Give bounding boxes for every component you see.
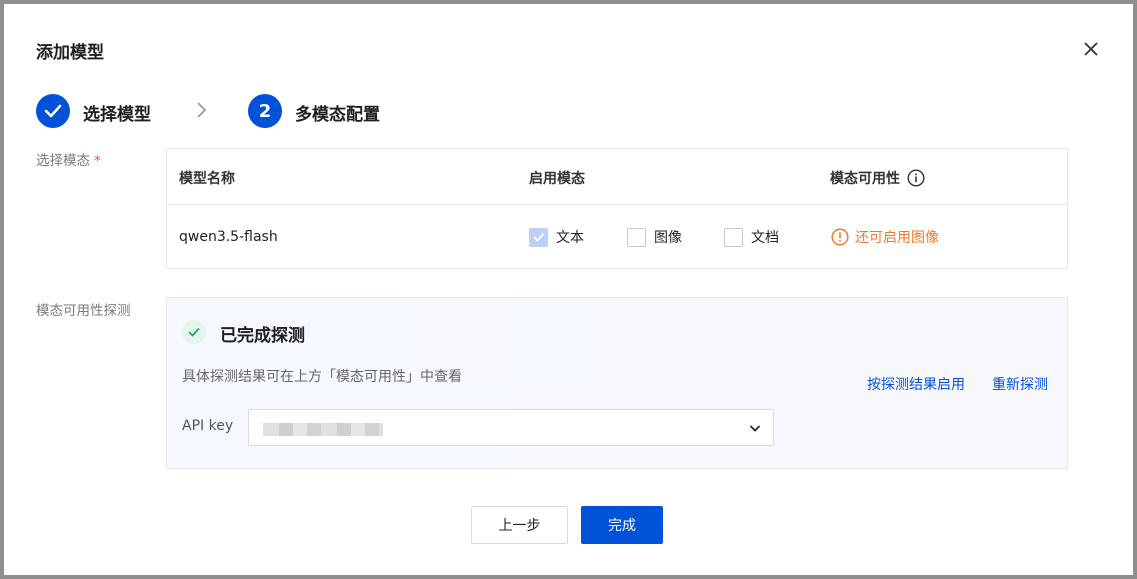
- checkbox[interactable]: [627, 227, 646, 247]
- modality-checkbox-image[interactable]: 图像: [627, 227, 682, 247]
- availability-warning: 还可启用图像: [831, 227, 939, 247]
- chevron-right-icon: [197, 102, 207, 118]
- step-1-done-indicator: [36, 94, 70, 128]
- check-icon: [532, 232, 545, 242]
- probe-label: 模态可用性探测: [36, 303, 131, 319]
- table-header: 模型名称 启用模态 模态可用性: [167, 149, 1067, 205]
- api-key-select[interactable]: [248, 409, 774, 446]
- info-icon[interactable]: [907, 169, 925, 187]
- api-key-label: API key: [182, 418, 234, 434]
- close-icon: [1084, 42, 1098, 56]
- reprobe-link[interactable]: 重新探测: [992, 374, 1048, 394]
- column-header-enabled-modality: 启用模态: [529, 171, 585, 187]
- checkbox[interactable]: [529, 227, 548, 247]
- masked-api-key: [263, 423, 383, 436]
- step-1-label: 选择模型: [83, 105, 151, 125]
- modality-table: 模型名称 启用模态 模态可用性 qwen3.5-flash 文本 图像 文档 还…: [166, 148, 1068, 269]
- required-mark: *: [94, 153, 101, 169]
- previous-step-button[interactable]: 上一步: [471, 506, 568, 544]
- add-model-dialog: 添加模型 选择模型 2 多模态配置 选择模态* 模型名称 启用模态 模态可用性: [4, 4, 1133, 575]
- done-button[interactable]: 完成: [581, 506, 663, 544]
- step-2-indicator: 2: [248, 94, 282, 128]
- step-2-label: 多模态配置: [295, 105, 380, 125]
- checkbox[interactable]: [724, 227, 743, 247]
- modality-checkbox-text[interactable]: 文本: [529, 227, 584, 247]
- close-button[interactable]: [1080, 38, 1102, 60]
- modality-checkbox-document[interactable]: 文档: [724, 227, 779, 247]
- probe-status-title: 已完成探测: [220, 326, 305, 346]
- dialog-title: 添加模型: [36, 43, 104, 63]
- check-icon: [44, 104, 62, 118]
- success-indicator: [182, 320, 206, 344]
- column-header-availability: 模态可用性: [830, 168, 925, 188]
- chevron-down-icon: [749, 425, 761, 432]
- probe-panel: 已完成探测 具体探测结果可在上方「模态可用性」中查看 按探测结果启用 重新探测 …: [166, 297, 1068, 469]
- column-header-model-name: 模型名称: [179, 171, 235, 187]
- enable-by-result-link[interactable]: 按探测结果启用: [867, 374, 965, 394]
- probe-description: 具体探测结果可在上方「模态可用性」中查看: [182, 369, 462, 385]
- model-name-cell: qwen3.5-flash: [179, 229, 278, 245]
- check-icon: [188, 327, 200, 337]
- warning-circle-icon: [831, 228, 849, 246]
- select-modality-label: 选择模态 *: [36, 153, 101, 169]
